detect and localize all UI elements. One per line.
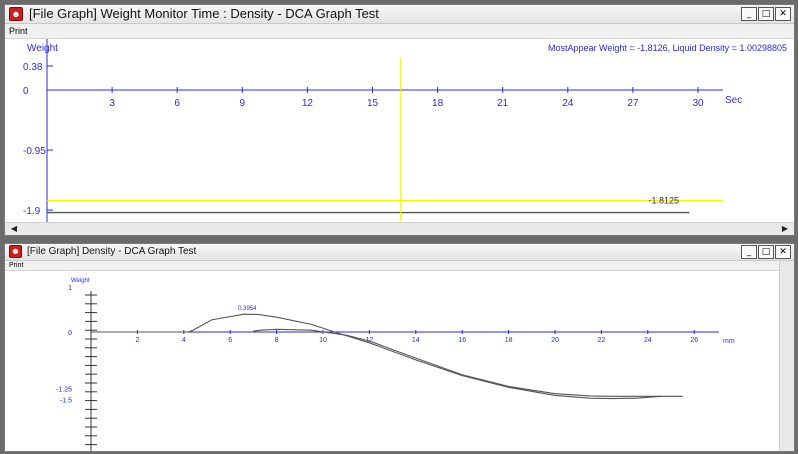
x-tick-label: 16	[458, 337, 466, 344]
y-axis-label: Weight	[27, 43, 58, 54]
close-button[interactable]: ✕	[775, 7, 791, 21]
x-tick-label: 15	[367, 98, 379, 109]
y-tick-label: 1	[68, 285, 72, 292]
maximize-button[interactable]: □	[758, 7, 774, 21]
x-axis-unit: mm	[723, 338, 735, 345]
x-tick-label: 20	[551, 337, 559, 344]
density-window: ☻ [File Graph] Density - DCA Graph Test …	[4, 243, 795, 452]
x-tick-label: 9	[240, 98, 246, 109]
app-icon: ☻	[9, 7, 23, 21]
info-text: MostAppear Weight = -1.8126, Liquid Dens…	[548, 43, 787, 53]
x-tick-label: 8	[275, 337, 279, 344]
density-plot: Weight mm 1 0 -1.25 -1.5 2 4 6 8 10 12 14 16 18 20 22 24 2…	[5, 271, 780, 451]
density-chart: Weightmm10-1.25-1.52 4 6 8 10 12 14 16 18 20 22 24 2…	[56, 278, 735, 451]
x-tick-label: 6	[174, 98, 180, 109]
scroll-left-arrow-icon[interactable]: ◀	[7, 223, 21, 235]
menu-print[interactable]: Print	[9, 261, 23, 270]
x-tick-label: 30	[692, 98, 704, 109]
y-tick-label: 0.38	[23, 62, 43, 73]
window-title: [File Graph] Weight Monitor Time : Densi…	[29, 6, 379, 21]
x-tick-label: 18	[432, 98, 444, 109]
weight-time-chart: Weight Sec MostAppear Weight = -1.8126, Li…	[23, 39, 787, 223]
y-tick-label: -1.9	[23, 206, 41, 217]
x-tick-label: 6	[228, 337, 232, 344]
scroll-right-arrow-icon[interactable]: ▶	[778, 223, 792, 235]
menu-bar: Print	[5, 24, 794, 39]
x-tick-label: 21	[497, 98, 509, 109]
horizontal-scrollbar[interactable]: ◀ ▶	[5, 222, 794, 235]
x-tick-label: 3	[109, 98, 115, 109]
y-tick-label: -1.5	[60, 398, 72, 405]
x-tick-label: 10	[319, 337, 327, 344]
y-tick-label: -0.95	[23, 146, 46, 157]
x-tick-label: 24	[644, 337, 652, 344]
x-tick-label: 24	[562, 98, 574, 109]
vertical-scrollbar[interactable]	[779, 261, 794, 451]
x-tick-label: 2	[135, 337, 139, 344]
window-controls: _ □ ✕	[740, 245, 791, 259]
title-bar[interactable]: ☻ [File Graph] Density - DCA Graph Test …	[5, 244, 794, 261]
x-axis-unit: Sec	[725, 95, 742, 106]
menu-print[interactable]: Print	[9, 24, 28, 38]
x-tick-label: 18	[505, 337, 513, 344]
x-tick-label: 22	[598, 337, 606, 344]
y-axis-label: Weight	[71, 278, 90, 284]
x-tick-label: 4	[182, 337, 186, 344]
advancing-trace	[91, 313, 683, 400]
menu-bar: Print	[5, 261, 794, 271]
x-tick-label: 27	[627, 98, 639, 109]
y-tick-label: 0	[23, 86, 29, 97]
cursor-value-label: -1.8125	[648, 196, 679, 206]
weight-monitor-window: ☻ [File Graph] Weight Monitor Time : Den…	[4, 4, 795, 236]
y-tick-label: -1.25	[56, 386, 72, 393]
window-controls: _ □ ✕	[740, 7, 791, 21]
title-bar[interactable]: ☻ [File Graph] Weight Monitor Time : Den…	[5, 5, 794, 24]
x-tick-label: 12	[302, 98, 314, 109]
minimize-button[interactable]: _	[741, 7, 757, 21]
y-tick-label: 0	[68, 330, 72, 337]
window-title: [File Graph] Density - DCA Graph Test	[27, 246, 197, 257]
close-button[interactable]: ✕	[775, 245, 791, 259]
app-icon: ☻	[9, 245, 22, 258]
maximize-button[interactable]: □	[758, 245, 774, 259]
minimize-button[interactable]: _	[741, 245, 757, 259]
peak-value-label: 0.3954	[238, 306, 257, 312]
x-tick-label: 26	[690, 337, 698, 344]
weight-time-plot: Weight Sec MostAppear Weight = -1.8126, Li…	[5, 39, 794, 223]
x-tick-label: 14	[412, 337, 420, 344]
